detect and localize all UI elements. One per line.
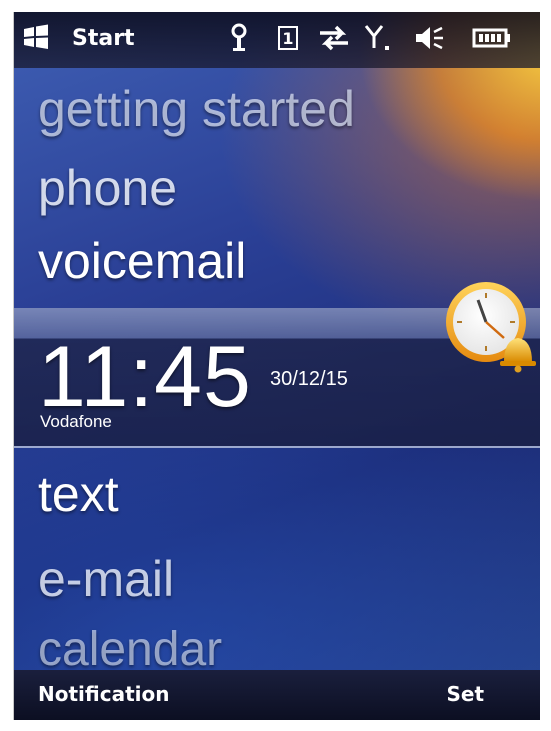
softkey-bar: Notification Set bbox=[14, 670, 540, 720]
sim-slot-icon: 1 bbox=[278, 26, 298, 50]
notification-softkey[interactable]: Notification bbox=[38, 682, 169, 706]
signal-strength-icon[interactable] bbox=[364, 22, 394, 54]
data-transfer-icon[interactable] bbox=[316, 22, 352, 54]
menu-item-text[interactable]: text bbox=[38, 465, 119, 523]
menu-item-calendar[interactable]: calendar bbox=[38, 622, 222, 677]
status-bar: Start 1 bbox=[14, 12, 540, 68]
menu-item-getting-started[interactable]: getting started bbox=[38, 80, 355, 138]
home-screen: Start 1 getting started phone voicemail … bbox=[13, 12, 540, 720]
antenna-icon bbox=[231, 23, 247, 51]
start-button[interactable]: Start bbox=[72, 26, 135, 51]
set-softkey[interactable]: Set bbox=[446, 682, 484, 706]
clock-date: 30/12/15 bbox=[270, 368, 348, 390]
menu-item-phone[interactable]: phone bbox=[38, 159, 177, 217]
windows-flag-icon[interactable] bbox=[22, 24, 50, 50]
battery-icon[interactable] bbox=[472, 22, 512, 54]
sim-number: 1 bbox=[282, 28, 294, 48]
menu-item-voicemail[interactable]: voicemail bbox=[38, 232, 246, 290]
speaker-muted-icon[interactable] bbox=[412, 22, 446, 54]
alarm-clock-icon[interactable] bbox=[434, 274, 540, 384]
operator-name: Vodafone bbox=[40, 412, 112, 431]
menu-item-email[interactable]: e-mail bbox=[38, 550, 174, 608]
